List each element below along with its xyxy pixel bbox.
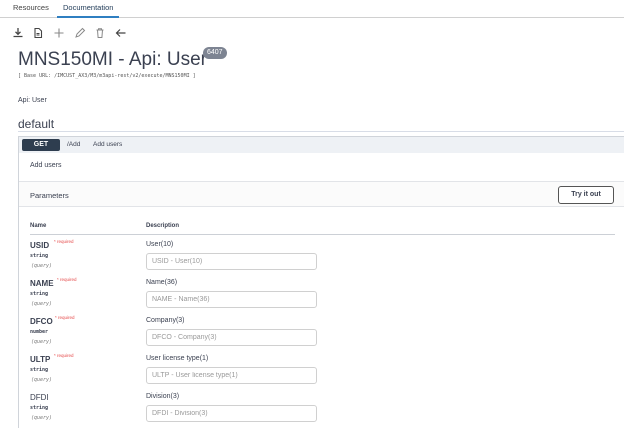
param-row-name: NAME * required string (query) Name(36) — [19, 277, 624, 317]
export-icon[interactable] — [32, 27, 44, 39]
param-type: string — [30, 367, 49, 373]
dfdi-input[interactable] — [146, 405, 317, 422]
operation-description: Add users — [30, 162, 62, 169]
param-description: Name(36) — [146, 279, 178, 286]
param-description: User(10) — [146, 241, 174, 248]
param-location: (query) — [31, 339, 53, 345]
ultp-input[interactable] — [146, 367, 317, 384]
method-badge: GET — [22, 139, 60, 151]
column-divider — [30, 234, 615, 235]
param-name: USID — [30, 241, 50, 250]
name-input[interactable] — [146, 291, 317, 308]
param-type: string — [30, 291, 49, 297]
param-name: DFCO — [30, 317, 53, 326]
param-type: string — [30, 253, 49, 259]
edit-icon[interactable] — [74, 27, 86, 39]
required-label: * required — [57, 277, 77, 282]
api-description: Api: User — [18, 97, 47, 104]
param-description: User license type(1) — [146, 355, 209, 362]
base-url: [ Base URL: /IMCUST_AX3/M3/m3api-rest/v2… — [18, 73, 196, 79]
column-header-name: Name — [30, 223, 47, 229]
back-icon[interactable] — [115, 27, 127, 39]
param-type: number — [30, 329, 49, 335]
active-tab-indicator — [57, 16, 119, 18]
param-name: DFDI — [30, 393, 49, 402]
delete-icon[interactable] — [94, 27, 106, 39]
operation-header[interactable]: GET /Add Add users — [19, 137, 624, 153]
param-location: (query) — [31, 415, 53, 421]
tab-documentation[interactable]: Documentation — [63, 3, 113, 12]
parameters-bar: Parameters Try it out — [19, 181, 624, 207]
required-label: * required — [54, 353, 74, 358]
dfco-input[interactable] — [146, 329, 317, 346]
param-location: (query) — [31, 377, 53, 383]
page-title: MNS150MI - Api: User — [18, 49, 207, 70]
tab-resources[interactable]: Resources — [13, 3, 49, 12]
param-description: Division(3) — [146, 393, 180, 400]
param-row-dfco: DFCO * required number (query) Company(3… — [19, 315, 624, 355]
param-name: NAME — [30, 279, 54, 288]
operation-summary: Add users — [93, 141, 123, 148]
column-header-description: Description — [146, 223, 180, 229]
try-it-out-button[interactable]: Try it out — [558, 186, 614, 204]
param-name: ULTP — [30, 355, 51, 364]
section-divider — [18, 131, 624, 132]
operation-block: GET /Add Add users Add users Parameters … — [18, 136, 624, 428]
parameters-label: Parameters — [30, 191, 69, 200]
add-icon[interactable] — [53, 27, 65, 39]
param-row-ultp: ULTP * required string (query) User lice… — [19, 353, 624, 393]
param-location: (query) — [31, 263, 53, 269]
usid-input[interactable] — [146, 253, 317, 270]
param-location: (query) — [31, 301, 53, 307]
param-type: string — [30, 405, 49, 411]
tab-bar: Resources Documentation — [0, 0, 624, 18]
param-row-dfdi: DFDI string (query) Division(3) — [19, 393, 624, 428]
required-label: * required — [54, 239, 74, 244]
required-label: * required — [55, 315, 75, 320]
version-badge: 6407 — [203, 47, 227, 59]
section-title: default — [18, 117, 55, 131]
param-description: Company(3) — [146, 317, 185, 324]
download-icon[interactable] — [12, 27, 24, 39]
operation-path: /Add — [67, 141, 81, 148]
param-row-usid: USID * required string (query) User(10) — [19, 239, 624, 279]
